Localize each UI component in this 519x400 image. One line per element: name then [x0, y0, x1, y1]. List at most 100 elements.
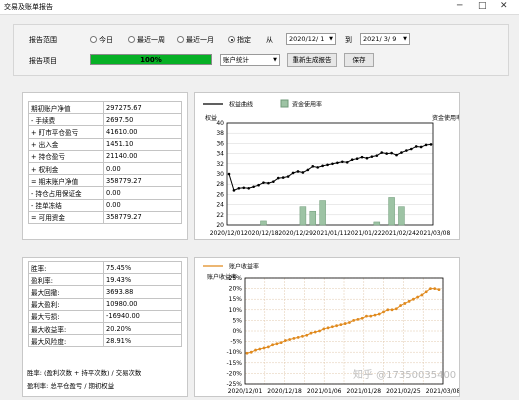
y-tick-label: 0%	[232, 328, 242, 335]
x-tick-label: 2021/03/08	[426, 388, 459, 395]
calendar-dropdown-icon[interactable]: ▼	[403, 35, 407, 44]
y-tick-label: 5%	[232, 317, 242, 324]
stats1-row: 期初账户净值 297275.67	[28, 100, 182, 115]
equity-point	[400, 151, 403, 154]
return-point	[369, 314, 373, 318]
return-point	[335, 324, 338, 328]
progress-bar: 100%	[90, 54, 212, 65]
usage-bar	[260, 220, 267, 226]
regenerate-report-button[interactable]: 重新生成报告	[287, 53, 337, 67]
y-axis-label: 权益	[205, 114, 217, 122]
return-point	[352, 319, 356, 322]
y-tick-label: -15%	[226, 360, 242, 367]
from-date-picker[interactable]: 2020/12/ 1 ▼	[286, 33, 336, 45]
return-point	[326, 326, 330, 330]
y-tick-label: 25%	[229, 275, 243, 282]
stat-label: 期初账户净值	[28, 100, 104, 115]
stat-value: 1451.10	[103, 137, 182, 151]
equity-point	[380, 151, 384, 154]
stats2-row: 最大回撤: 3693.88	[28, 285, 182, 299]
return-point	[271, 343, 274, 347]
return-point	[420, 293, 424, 297]
radio-today[interactable]	[90, 36, 97, 43]
x-tick-label: 2020/12/18	[267, 388, 302, 395]
from-date-value: 2020/12/ 1	[289, 35, 325, 43]
y-tick-label: 26	[216, 191, 224, 198]
y-tick-label: -25%	[226, 381, 242, 388]
equity-point	[286, 175, 290, 178]
equity-point	[252, 185, 255, 189]
account-stats-panel: 期初账户净值 297275.67- 手续费 2697.50 + 盯市平仓盈亏 41610…	[22, 92, 188, 240]
y-tick-label: 34	[216, 151, 224, 158]
to-date-value: 2021/ 3/ 9	[363, 35, 397, 43]
y-tick-label: -5%	[230, 339, 242, 346]
equity-point	[385, 152, 388, 155]
return-point	[386, 308, 390, 312]
equity-point	[419, 145, 423, 149]
stat-label: + 出入金	[28, 137, 104, 151]
return-point	[245, 351, 249, 355]
report-item-select[interactable]: 账户统计 ▼	[220, 54, 280, 66]
return-point	[279, 341, 283, 345]
stat-label: + 持仓盈亏	[28, 149, 104, 163]
usage-bar	[398, 206, 405, 226]
window-title: 交易及账单报告	[4, 3, 53, 11]
y-tick-label: 32	[216, 161, 224, 168]
x-tick-label: 2020/12/18	[244, 230, 279, 237]
return-point	[254, 348, 257, 352]
equity-point	[360, 155, 364, 159]
calendar-dropdown-icon[interactable]: ▼	[329, 35, 333, 44]
return-point	[407, 299, 411, 303]
equity-point	[267, 181, 270, 185]
watermark: 知乎 @17350035400	[353, 370, 457, 381]
radio-last-week[interactable]	[128, 36, 135, 43]
stat-value: 3693.88	[103, 285, 182, 299]
stat-label: 最大亏损:	[28, 309, 104, 323]
stat-value: 75.45%	[103, 260, 182, 275]
from-label: 从	[266, 36, 273, 44]
equity-point	[242, 186, 246, 190]
minimize-icon[interactable]: ─	[457, 1, 462, 11]
y-tick-label: 30	[216, 171, 224, 178]
return-point	[433, 287, 437, 290]
return-point	[437, 288, 441, 292]
radio-custom[interactable]	[228, 36, 235, 43]
y-tick-label: 20%	[229, 286, 243, 293]
return-point	[373, 313, 377, 317]
equity-point	[365, 156, 369, 160]
maximize-icon[interactable]: □	[478, 1, 487, 11]
y-tick-label: 22	[216, 212, 224, 219]
return-point	[429, 287, 432, 290]
to-label: 到	[345, 36, 352, 44]
item-label: 报告项目	[29, 57, 57, 65]
equity-point	[429, 143, 433, 146]
stat-label: 最大回撤:	[28, 285, 104, 299]
return-point	[322, 327, 326, 331]
equity-point	[414, 145, 418, 148]
equity-point	[291, 171, 295, 175]
to-date-picker[interactable]: 2021/ 3/ 9 ▼	[360, 33, 410, 45]
return-point	[390, 308, 394, 312]
radio-last-month[interactable]	[177, 36, 184, 43]
x-tick-label: 2020/12/01	[210, 230, 245, 237]
stat-value: 10980.00	[103, 297, 182, 311]
stats1-row: = 可用资金 358779.27	[28, 210, 182, 224]
equity-point	[232, 189, 236, 192]
stats2-row: 最大收益率: 20.20%	[28, 321, 182, 336]
stat-label: 最大风险度:	[28, 334, 104, 348]
profit-rate-note: 盈利率: 总平仓盈亏 / 期初权益	[27, 382, 115, 390]
usage-bar	[309, 210, 317, 226]
y-tick-label: -20%	[226, 370, 242, 377]
stats1-row: + 盯市平仓盈亏 41610.00	[28, 125, 182, 139]
return-point	[318, 329, 321, 333]
x-tick-label: 2021/02/25	[386, 388, 421, 395]
stats1-row: + 权利金 0.00	[28, 161, 182, 176]
equity-point	[405, 149, 408, 152]
return-point	[365, 314, 368, 318]
save-button[interactable]: 保存	[344, 53, 374, 67]
return-point	[301, 334, 304, 338]
stats2-row: 最大盈利: 10980.00	[28, 297, 182, 311]
close-icon[interactable]: ✕	[500, 1, 508, 11]
chevron-down-icon[interactable]: ▼	[273, 56, 277, 65]
radio-today-label: 今日	[99, 36, 113, 44]
